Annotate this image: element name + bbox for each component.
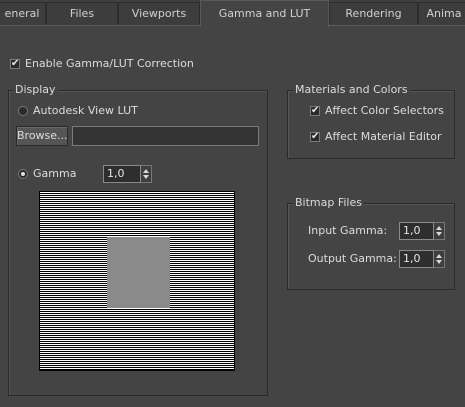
output-gamma-spinner[interactable]: 1,0: [399, 250, 445, 268]
gamma-label: Gamma: [33, 167, 77, 180]
check-icon: ✔: [311, 131, 320, 142]
spinner-down-icon[interactable]: [143, 175, 149, 179]
browse-button[interactable]: Browse...: [16, 126, 68, 146]
lut-path-input[interactable]: [72, 126, 259, 146]
affect-color-selectors-checkbox[interactable]: ✔: [310, 106, 320, 116]
enable-gamma-lut-checkbox[interactable]: ✔: [10, 59, 20, 69]
enable-gamma-lut-label: Enable Gamma/LUT Correction: [25, 57, 194, 70]
gamma-value-field[interactable]: 1,0: [103, 165, 141, 183]
display-group-title: Display: [13, 83, 58, 96]
tab-animation[interactable]: Anima: [418, 2, 465, 24]
check-icon: ✔: [311, 105, 320, 116]
spinner-up-icon[interactable]: [143, 169, 149, 173]
tab-viewports[interactable]: Viewports: [118, 2, 200, 24]
gamma-preview-pattern: [39, 191, 235, 371]
bitmap-files-group: [287, 203, 455, 290]
check-icon: ✔: [11, 58, 20, 69]
tab-rendering[interactable]: Rendering: [329, 2, 418, 24]
bitmap-files-title: Bitmap Files: [293, 196, 364, 209]
affect-material-editor-checkbox[interactable]: ✔: [310, 132, 320, 142]
spinner-down-icon[interactable]: [436, 232, 442, 236]
output-gamma-label: Output Gamma:: [308, 252, 397, 265]
tab-gamma-and-lut[interactable]: Gamma and LUT: [200, 0, 329, 27]
affect-material-editor-label: Affect Material Editor: [325, 130, 442, 143]
spinner-down-icon[interactable]: [436, 260, 442, 264]
spinner-up-icon[interactable]: [436, 254, 442, 258]
gamma-spinner-arrows[interactable]: [141, 165, 152, 183]
input-gamma-label: Input Gamma:: [308, 224, 388, 237]
gamma-radio[interactable]: [18, 169, 28, 179]
tab-files[interactable]: Files: [46, 2, 118, 24]
output-gamma-spinner-arrows[interactable]: [434, 250, 445, 268]
input-gamma-spinner[interactable]: 1,0: [399, 222, 445, 240]
output-gamma-value-field[interactable]: 1,0: [399, 250, 434, 268]
affect-color-selectors-label: Affect Color Selectors: [325, 104, 444, 117]
autodesk-view-lut-label: Autodesk View LUT: [33, 104, 138, 117]
autodesk-view-lut-radio[interactable]: [18, 106, 28, 116]
materials-and-colors-group: [287, 90, 455, 159]
input-gamma-spinner-arrows[interactable]: [434, 222, 445, 240]
gamma-preview-gray-square: [107, 237, 170, 308]
input-gamma-value-field[interactable]: 1,0: [399, 222, 434, 240]
gamma-spinner[interactable]: 1,0: [103, 165, 152, 183]
materials-and-colors-title: Materials and Colors: [293, 83, 410, 96]
tab-general[interactable]: eneral: [0, 2, 46, 24]
spinner-up-icon[interactable]: [436, 226, 442, 230]
